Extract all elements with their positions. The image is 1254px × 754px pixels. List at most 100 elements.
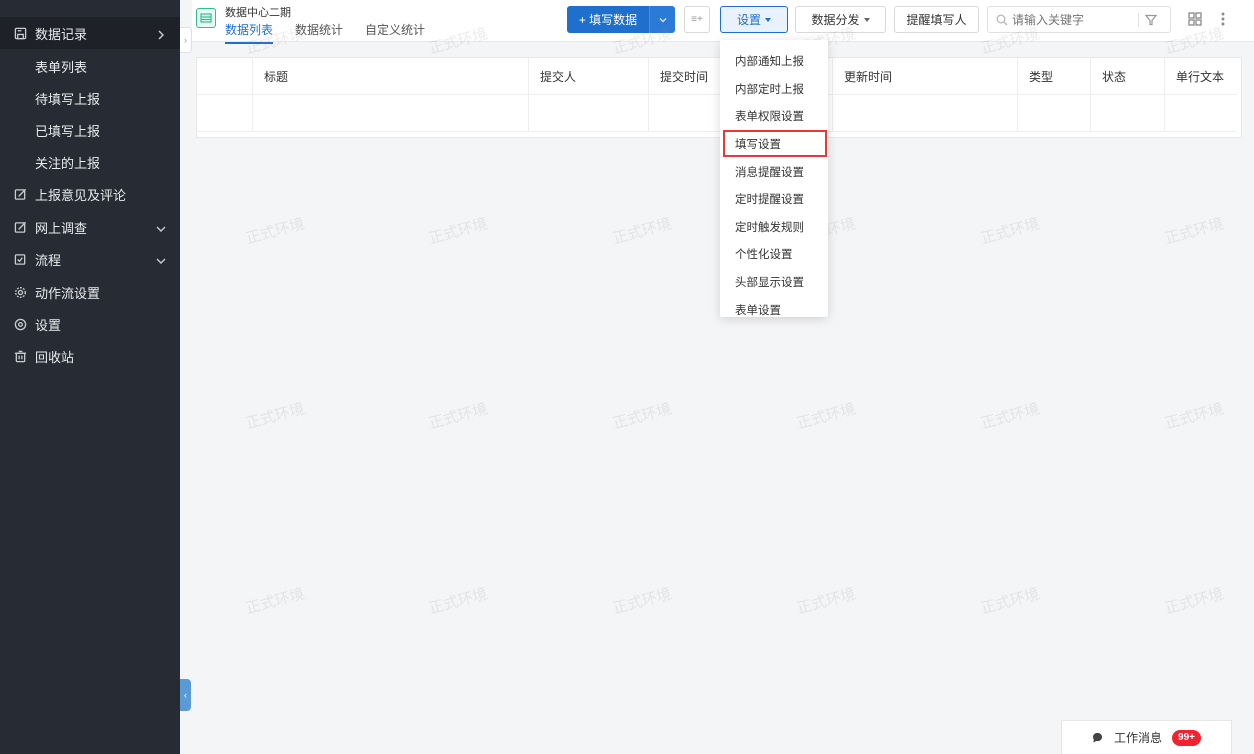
layout-grid-icon[interactable] <box>1187 11 1203 27</box>
watermark-text: 正式环境 <box>244 400 307 433</box>
expand-panel-toggle[interactable]: › <box>180 27 192 53</box>
watermark-text: 正式环境 <box>611 215 674 248</box>
table-cell <box>1165 95 1237 132</box>
gear-icon <box>13 285 27 299</box>
tab-data-statistics[interactable]: 数据统计 <box>295 21 343 44</box>
remind-filler-label: 提醒填写人 <box>906 13 967 27</box>
caret-down-icon <box>765 17 771 22</box>
sidebar-item-label: 关注的上报 <box>35 155 101 171</box>
table-cell <box>1018 95 1091 132</box>
watermark-text: 正式环境 <box>979 585 1042 618</box>
sidebar-item-filled-reports[interactable]: 已填写上报 <box>0 114 180 146</box>
work-messages-label: 工作消息 <box>1114 731 1163 745</box>
table-cell <box>833 95 1018 132</box>
menu-item-internal-scheduled-report[interactable]: 内部定时上报 <box>720 75 828 102</box>
table-header-cell[interactable]: 更新时间 <box>833 58 1018 95</box>
search-divider <box>1138 12 1139 27</box>
sidebar-item-followed-reports[interactable]: 关注的上报 <box>0 146 180 178</box>
menu-item-internal-notice-report[interactable]: 内部通知上报 <box>720 47 828 74</box>
menu-item-scheduled-trigger-rules[interactable]: 定时触发规则 <box>720 213 828 240</box>
watermark-text: 正式环境 <box>795 400 858 433</box>
sidebar-item-settings[interactable]: 设置 <box>0 308 180 340</box>
sidebar-item-label: 动作流设置 <box>35 285 101 301</box>
watermark-text: 正式环境 <box>244 215 307 248</box>
filter-icon[interactable] <box>1144 14 1158 26</box>
sidebar-item-label: 已填写上报 <box>35 123 101 139</box>
sidebar-item-label: 回收站 <box>35 349 75 365</box>
watermark-text: 正式环境 <box>795 585 858 618</box>
page-header: 数据中心二期 数据列表 数据统计 自定义统计 + 填写数据 ≡+ 设置 数据分发… <box>192 0 1254 44</box>
watermark-text: 正式环境 <box>979 400 1042 433</box>
sidebar-item-online-survey[interactable]: 网上调查 <box>0 211 180 243</box>
table-header-select <box>197 58 253 95</box>
table-header-cell[interactable]: 单行文本 <box>1165 58 1237 95</box>
menu-item-personalization-settings[interactable]: 个性化设置 <box>720 240 828 267</box>
search-input[interactable] <box>1012 12 1130 27</box>
tab-data-list[interactable]: 数据列表 <box>225 21 274 44</box>
column-settings-button[interactable]: ≡+ <box>684 6 710 33</box>
watermark-text: 正式环境 <box>979 215 1042 248</box>
watermark-text: 正式环境 <box>427 400 490 433</box>
collapse-sidebar-toggle[interactable]: ‹ <box>180 679 191 711</box>
table-header-cell[interactable]: 标题 <box>253 58 529 95</box>
menu-item-scheduled-reminder-settings[interactable]: 定时提醒设置 <box>720 185 828 212</box>
app-title: 数据中心二期 <box>225 7 291 19</box>
chevron-down-icon[interactable] <box>156 254 166 264</box>
fill-data-button[interactable]: + 填写数据 <box>567 6 649 33</box>
menu-item-form-settings[interactable]: 表单设置 <box>720 296 828 317</box>
chevron-down-icon <box>659 16 667 24</box>
table-cell <box>253 95 529 132</box>
table-header-cell[interactable]: 提交人 <box>529 58 649 95</box>
watermark-text: 正式环境 <box>427 585 490 618</box>
sidebar-item-label: 数据记录 <box>35 26 88 42</box>
data-distribute-button[interactable]: 数据分发 <box>795 6 886 33</box>
fill-data-dropdown-button[interactable] <box>649 6 675 33</box>
menu-item-message-reminder-settings[interactable]: 消息提醒设置 <box>720 158 828 185</box>
tab-custom-statistics[interactable]: 自定义统计 <box>365 21 425 44</box>
sidebar-item-form-list[interactable]: 表单列表 <box>0 50 180 82</box>
sidebar-item-workflow[interactable]: 流程 <box>0 243 180 275</box>
chevron-right-icon[interactable] <box>156 28 166 40</box>
edit-icon <box>13 220 27 234</box>
table-header-cell[interactable]: 状态 <box>1091 58 1165 95</box>
tab-bar: 数据列表 数据统计 自定义统计 <box>225 21 425 44</box>
sidebar-item-label: 网上调查 <box>35 220 88 236</box>
table-cell <box>197 95 253 132</box>
table-cell <box>1091 95 1165 132</box>
unread-count-badge: 99+ <box>1172 729 1201 746</box>
sidebar-item-recycle-bin[interactable]: 回收站 <box>0 340 180 372</box>
sidebar-item-action-flow-settings[interactable]: 动作流设置 <box>0 276 180 308</box>
caret-down-icon <box>863 17 870 22</box>
settings-button[interactable]: 设置 <box>720 6 788 33</box>
work-messages-button[interactable]: 工作消息 99+ <box>1061 720 1232 754</box>
check-edit-icon <box>13 252 27 266</box>
watermark-text: 正式环境 <box>1163 585 1226 618</box>
sidebar-item-label: 上报意见及评论 <box>35 187 127 203</box>
menu-item-form-permission-settings[interactable]: 表单权限设置 <box>720 102 828 129</box>
settings-button-label: 设置 <box>736 13 761 27</box>
more-vertical-icon[interactable] <box>1215 11 1231 27</box>
remind-filler-button[interactable]: 提醒填写人 <box>894 6 979 33</box>
watermark-text: 正式环境 <box>1163 400 1226 433</box>
list-add-icon: ≡+ <box>691 14 703 25</box>
table-icon <box>196 8 216 28</box>
watermark-text: 正式环境 <box>244 585 307 618</box>
search-icon <box>996 14 1008 26</box>
table-header-cell[interactable]: 类型 <box>1018 58 1091 95</box>
menu-item-fill-settings[interactable]: 填写设置 <box>723 130 827 157</box>
table-row <box>197 95 1237 132</box>
fill-data-split-button: + 填写数据 <box>567 6 675 33</box>
sidebar: 数据记录 表单列表 待填写上报 已填写上报 关注的上报 上报意见及评论 网上调查… <box>0 0 180 754</box>
sidebar-item-report-comments[interactable]: 上报意见及评论 <box>0 178 180 210</box>
trash-icon <box>13 349 27 363</box>
menu-item-header-display-settings[interactable]: 头部显示设置 <box>720 268 828 295</box>
sidebar-item-pending-reports[interactable]: 待填写上报 <box>0 82 180 114</box>
settings-dropdown-menu: 内部通知上报 内部定时上报 表单权限设置 填写设置 消息提醒设置 定时提醒设置 … <box>720 40 828 317</box>
sidebar-item-label: 流程 <box>35 252 62 268</box>
chevron-down-icon[interactable] <box>156 222 166 232</box>
sidebar-item-label: 设置 <box>35 317 62 333</box>
watermark-text: 正式环境 <box>611 585 674 618</box>
sidebar-item-data-records[interactable]: 数据记录 <box>0 17 180 49</box>
table-cell <box>529 95 649 132</box>
save-icon <box>13 26 27 40</box>
